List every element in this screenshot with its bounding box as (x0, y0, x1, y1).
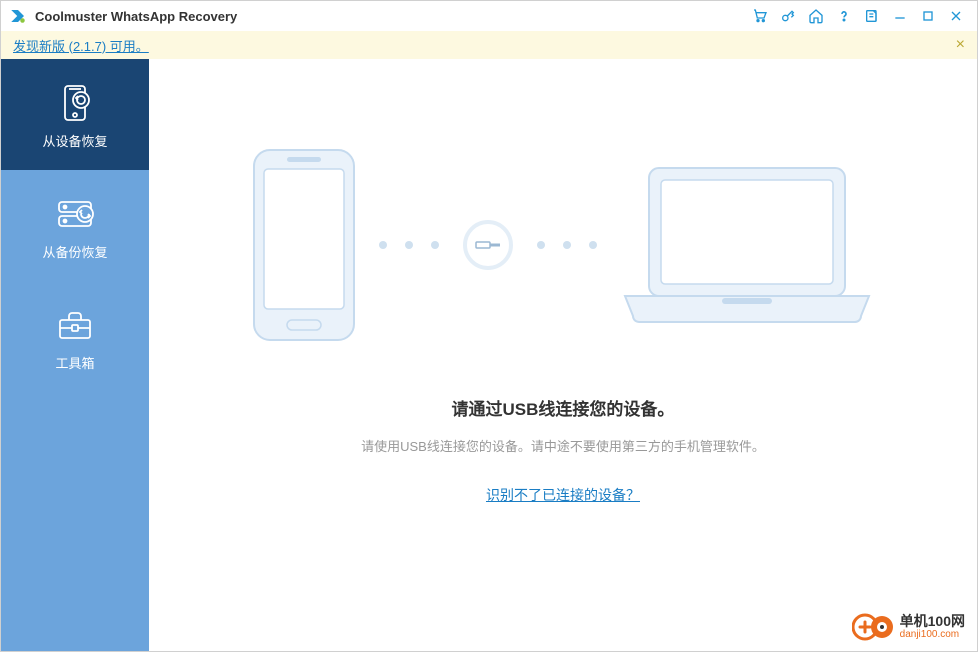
watermark: 单机100网 danji100.com (852, 611, 965, 643)
minimize-button[interactable] (887, 3, 913, 29)
phone-recovery-icon (55, 83, 95, 123)
main-layout: 从设备恢复 从备份恢复 (1, 59, 977, 651)
watermark-title: 单机100网 (900, 614, 965, 629)
backup-recovery-icon (55, 194, 95, 234)
connection-dots-left (379, 241, 439, 249)
connection-illustration (249, 145, 877, 345)
update-banner: 发现新版 (2.1.7) 可用。 × (1, 31, 977, 59)
app-title: Coolmuster WhatsApp Recovery (35, 9, 747, 24)
window-controls (747, 3, 969, 29)
maximize-button[interactable] (915, 3, 941, 29)
sidebar-item-label: 从设备恢复 (42, 131, 107, 150)
close-button[interactable] (943, 3, 969, 29)
sidebar: 从设备恢复 从备份恢复 (1, 59, 149, 651)
feedback-icon[interactable] (859, 3, 885, 29)
help-link[interactable]: 识别不了已连接的设备？ (486, 487, 640, 503)
watermark-url: danji100.com (900, 629, 965, 640)
watermark-logo-icon (852, 611, 894, 643)
laptop-icon (617, 160, 877, 330)
usb-connector-icon (463, 220, 513, 270)
content-area: 请通过USB线连接您的设备。 请使用USB线连接您的设备。请中途不要使用第三方的… (149, 59, 977, 651)
sidebar-item-toolbox[interactable]: 工具箱 (1, 281, 149, 392)
home-icon[interactable] (803, 3, 829, 29)
sidebar-item-backup-recovery[interactable]: 从备份恢复 (1, 170, 149, 281)
banner-close-icon[interactable]: × (956, 36, 965, 54)
toolbox-icon (55, 305, 95, 345)
main-instruction: 请通过USB线连接您的设备。 (361, 395, 765, 420)
title-bar: Coolmuster WhatsApp Recovery (1, 1, 977, 31)
update-link[interactable]: 发现新版 (2.1.7) 可用。 (13, 36, 149, 55)
cart-icon[interactable] (747, 3, 773, 29)
sub-instruction: 请使用USB线连接您的设备。请中途不要使用第三方的手机管理软件。 (361, 436, 765, 455)
connection-dots-right (537, 241, 597, 249)
app-logo-icon (9, 7, 27, 25)
sidebar-item-label: 工具箱 (55, 353, 94, 372)
sidebar-item-device-recovery[interactable]: 从设备恢复 (1, 59, 149, 170)
instruction-text: 请通过USB线连接您的设备。 请使用USB线连接您的设备。请中途不要使用第三方的… (361, 395, 765, 505)
help-icon[interactable] (831, 3, 857, 29)
sidebar-item-label: 从备份恢复 (42, 242, 107, 261)
key-icon[interactable] (775, 3, 801, 29)
phone-icon (249, 145, 359, 345)
